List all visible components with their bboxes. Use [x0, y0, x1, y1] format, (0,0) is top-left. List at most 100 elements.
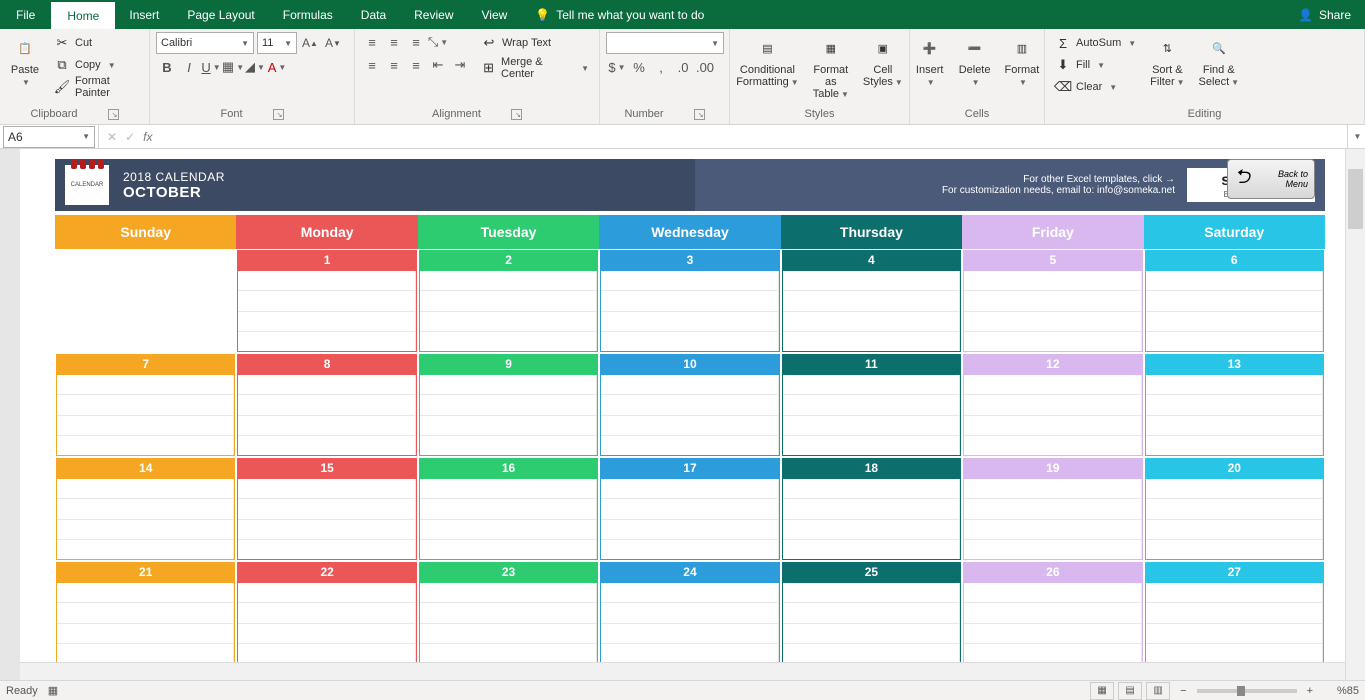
- calendar-cell[interactable]: 4: [781, 249, 962, 353]
- tab-view[interactable]: View: [468, 0, 522, 29]
- comma-format-button[interactable]: ,: [650, 57, 672, 77]
- normal-view-button[interactable]: ▦: [1090, 682, 1114, 700]
- zoom-out-button[interactable]: −: [1174, 685, 1192, 697]
- fx-icon[interactable]: fx: [143, 130, 152, 144]
- cell-body[interactable]: [419, 270, 598, 352]
- row-headers[interactable]: [0, 149, 20, 680]
- italic-button[interactable]: I: [178, 57, 200, 77]
- calendar-cell[interactable]: 17: [599, 457, 780, 561]
- calendar-cell[interactable]: 15: [236, 457, 417, 561]
- tab-file[interactable]: File: [0, 0, 51, 29]
- calendar-cell[interactable]: 18: [781, 457, 962, 561]
- delete-cells-button[interactable]: ➖Delete▼: [955, 32, 995, 89]
- cut-button[interactable]: ✂Cut: [50, 32, 143, 54]
- cell-body[interactable]: [419, 478, 598, 560]
- autosum-button[interactable]: ΣAutoSum▼: [1051, 32, 1140, 54]
- calendar-cell[interactable]: 3: [599, 249, 780, 353]
- wrap-text-button[interactable]: ↩Wrap Text: [477, 32, 593, 54]
- fill-color-button[interactable]: ◢▼: [244, 57, 266, 77]
- font-size-select[interactable]: 11▼: [257, 32, 297, 54]
- font-name-select[interactable]: Calibri▼: [156, 32, 254, 54]
- cell-body[interactable]: [1145, 374, 1324, 456]
- paste-button[interactable]: 📋 Paste ▼: [6, 32, 44, 89]
- decrease-indent-button[interactable]: ⇤: [427, 55, 449, 75]
- cancel-icon[interactable]: ✕: [107, 130, 117, 144]
- calendar-cell[interactable]: 1: [236, 249, 417, 353]
- decrease-decimal-button[interactable]: .00: [694, 57, 716, 77]
- increase-decimal-button[interactable]: .0: [672, 57, 694, 77]
- cell-body[interactable]: [56, 374, 235, 456]
- cell-body[interactable]: [237, 478, 416, 560]
- align-right-button[interactable]: ≡: [405, 55, 427, 75]
- copy-button[interactable]: ⧉Copy▼: [50, 54, 143, 76]
- macro-record-icon[interactable]: ▦: [48, 684, 58, 697]
- tab-page-layout[interactable]: Page Layout: [173, 0, 268, 29]
- accounting-format-button[interactable]: $▼: [606, 57, 628, 77]
- calendar-cell[interactable]: 14: [55, 457, 236, 561]
- calendar-cell[interactable]: 5: [962, 249, 1143, 353]
- calendar-cell[interactable]: [55, 249, 236, 353]
- zoom-slider[interactable]: [1197, 689, 1297, 693]
- align-center-button[interactable]: ≡: [383, 55, 405, 75]
- align-left-button[interactable]: ≡: [361, 55, 383, 75]
- orientation-button[interactable]: ⤡▼: [427, 32, 449, 52]
- align-middle-button[interactable]: ≡: [383, 32, 405, 52]
- zoom-in-button[interactable]: +: [1301, 685, 1319, 697]
- calendar-cell[interactable]: 20: [1144, 457, 1325, 561]
- tab-review[interactable]: Review: [400, 0, 467, 29]
- cell-body[interactable]: [963, 478, 1142, 560]
- confirm-icon[interactable]: ✓: [125, 130, 135, 144]
- calendar-cell[interactable]: 16: [418, 457, 599, 561]
- increase-font-button[interactable]: A▲: [300, 33, 320, 53]
- fill-button[interactable]: ⬇Fill▼: [1051, 54, 1140, 76]
- page-break-view-button[interactable]: ▥: [1146, 682, 1170, 700]
- cell-body[interactable]: [782, 374, 961, 456]
- tab-home[interactable]: Home: [51, 0, 115, 29]
- format-cells-button[interactable]: ▥Format▼: [1000, 32, 1043, 89]
- cell-body[interactable]: [600, 478, 779, 560]
- calendar-cell[interactable]: 13: [1144, 353, 1325, 457]
- launcher-icon[interactable]: ↘: [511, 109, 522, 120]
- percent-format-button[interactable]: %: [628, 57, 650, 77]
- calendar-cell[interactable]: 9: [418, 353, 599, 457]
- cell-body[interactable]: [1145, 582, 1324, 664]
- formula-input[interactable]: [160, 126, 1347, 148]
- cell-body[interactable]: [419, 374, 598, 456]
- zoom-value[interactable]: %85: [1323, 685, 1359, 697]
- increase-indent-button[interactable]: ⇥: [449, 55, 471, 75]
- cell-body[interactable]: [56, 582, 235, 664]
- calendar-cell[interactable]: 2: [418, 249, 599, 353]
- bold-button[interactable]: B: [156, 57, 178, 77]
- cell-body[interactable]: [237, 582, 416, 664]
- merge-center-button[interactable]: ⊞Merge & Center▼: [477, 57, 593, 79]
- launcher-icon[interactable]: ↘: [273, 109, 284, 120]
- align-top-button[interactable]: ≡: [361, 32, 383, 52]
- calendar-cell[interactable]: 6: [1144, 249, 1325, 353]
- calendar-cell[interactable]: 26: [962, 561, 1143, 665]
- calendar-cell[interactable]: 23: [418, 561, 599, 665]
- decrease-font-button[interactable]: A▼: [323, 33, 343, 53]
- conditional-formatting-button[interactable]: ▤ ConditionalFormatting▼: [732, 32, 803, 90]
- calendar-cell[interactable]: 8: [236, 353, 417, 457]
- underline-button[interactable]: U▼: [200, 57, 222, 77]
- calendar-cell[interactable]: 12: [962, 353, 1143, 457]
- tab-formulas[interactable]: Formulas: [269, 0, 347, 29]
- cell-body[interactable]: [782, 478, 961, 560]
- cell-body[interactable]: [237, 270, 416, 352]
- cell-body[interactable]: [56, 270, 235, 352]
- cell-body[interactable]: [963, 270, 1142, 352]
- name-box[interactable]: A6▼: [3, 126, 95, 148]
- cell-styles-button[interactable]: ▣ CellStyles▼: [859, 32, 907, 90]
- cell-body[interactable]: [1145, 270, 1324, 352]
- calendar-cell[interactable]: 7: [55, 353, 236, 457]
- calendar-cell[interactable]: 25: [781, 561, 962, 665]
- back-to-menu-button[interactable]: ⮌ Back to Menu: [1227, 159, 1315, 199]
- cell-body[interactable]: [419, 582, 598, 664]
- cell-body[interactable]: [963, 582, 1142, 664]
- page-layout-view-button[interactable]: ▤: [1118, 682, 1142, 700]
- format-as-table-button[interactable]: ▦ Format asTable▼: [809, 32, 853, 102]
- vertical-scrollbar[interactable]: [1345, 149, 1365, 680]
- tab-insert[interactable]: Insert: [115, 0, 173, 29]
- calendar-cell[interactable]: 27: [1144, 561, 1325, 665]
- share-button[interactable]: 👤Share: [1284, 8, 1365, 22]
